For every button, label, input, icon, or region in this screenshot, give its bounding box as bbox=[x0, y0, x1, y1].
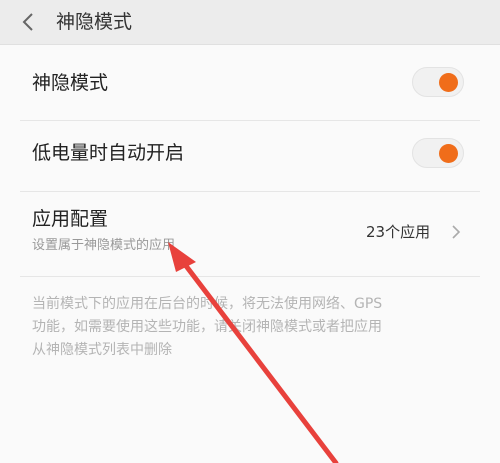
toggle-knob bbox=[439, 144, 458, 163]
setting-row-mode: 神隐模式 bbox=[0, 45, 500, 120]
top-bar: 神隐模式 bbox=[0, 0, 500, 45]
setting-label-app-config: 应用配置 bbox=[32, 208, 109, 230]
note-line: 当前模式下的应用在后台的时候，将无法使用网络、GPS bbox=[32, 296, 383, 312]
mode-toggle[interactable] bbox=[412, 67, 464, 97]
setting-sublabel-app-config: 设置属于神隐模式的应用 bbox=[32, 238, 176, 253]
settings-list: 神隐模式 低电量时自动开启 应用配置 设置属于神隐模式的应用 23个应用 当前模… bbox=[0, 45, 500, 463]
divider bbox=[20, 276, 480, 277]
app-count-value: 23个应用 bbox=[366, 223, 431, 241]
setting-label-mode: 神隐模式 bbox=[32, 72, 109, 94]
auto-enable-toggle[interactable] bbox=[412, 138, 464, 168]
setting-label-auto: 低电量时自动开启 bbox=[32, 142, 185, 164]
chevron-right-icon bbox=[452, 225, 461, 239]
setting-row-app-config[interactable]: 应用配置 设置属于神隐模式的应用 23个应用 bbox=[0, 192, 500, 276]
toggle-knob bbox=[439, 73, 458, 92]
note-line: 功能，如需要使用这些功能，请关闭神隐模式或者把应用 bbox=[32, 319, 382, 335]
setting-row-auto: 低电量时自动开启 bbox=[0, 121, 500, 191]
page-title: 神隐模式 bbox=[56, 11, 133, 33]
note-line: 从神隐模式列表中删除 bbox=[32, 342, 172, 358]
mode-description: 当前模式下的应用在后台的时候，将无法使用网络、GPS 功能，如需要使用这些功能，… bbox=[32, 293, 462, 362]
chevron-left-icon[interactable] bbox=[18, 9, 40, 35]
